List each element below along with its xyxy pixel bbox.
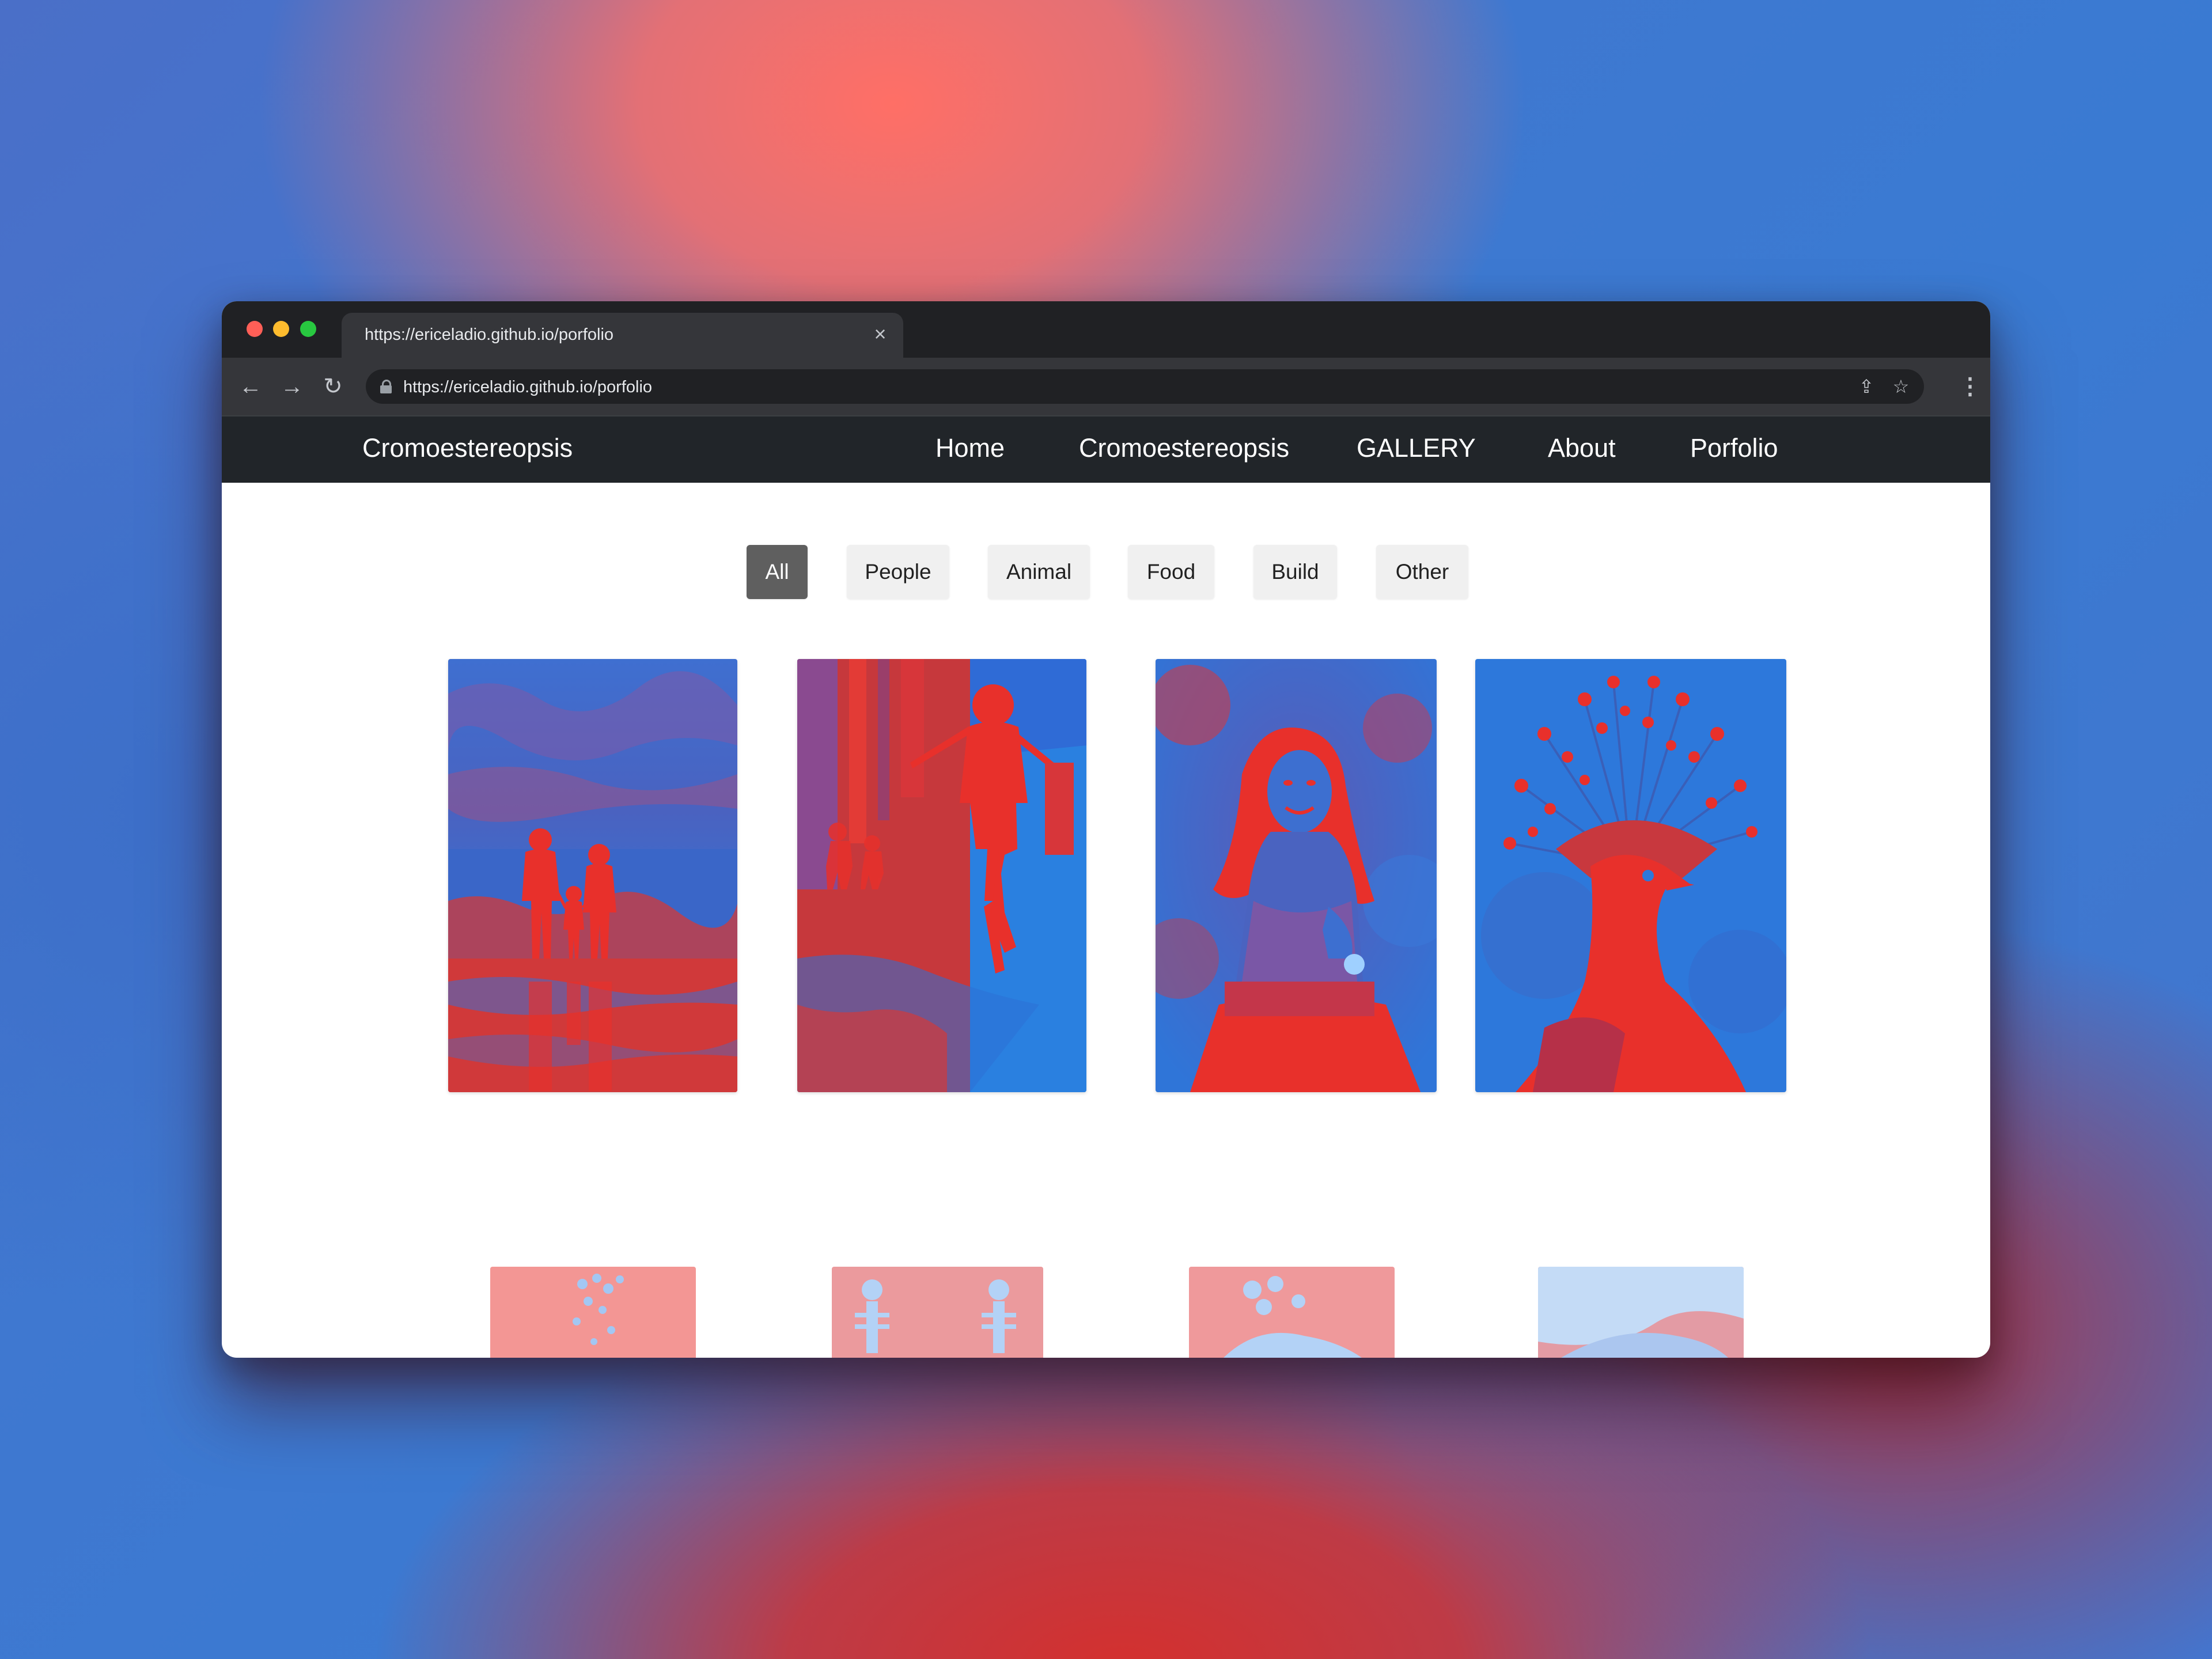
gallery-photo-animal[interactable] xyxy=(1538,1267,1744,1358)
tab-title: https://ericeladio.github.io/porfolio xyxy=(365,325,614,344)
site-brand-link[interactable]: Cromoestereopsis xyxy=(362,433,573,463)
share-icon[interactable]: ⇪ xyxy=(1855,375,1878,398)
reload-icon[interactable]: ↻ xyxy=(319,372,347,401)
filter-bar: All People Animal Food Build Other xyxy=(222,545,1990,599)
gallery-photo-flowers[interactable] xyxy=(1189,1267,1395,1358)
nav-link-about[interactable]: About xyxy=(1548,433,1616,463)
minimize-window-button[interactable] xyxy=(273,321,289,337)
address-url[interactable]: https://ericeladio.github.io/porfolio xyxy=(403,378,652,397)
back-arrow-icon[interactable]: ← xyxy=(236,372,265,401)
gallery-photo-child-running[interactable] xyxy=(797,659,1086,1092)
site-navbar: Cromoestereopsis Home Cromoestereopsis G… xyxy=(222,415,1990,483)
nav-link-cromoestereopsis[interactable]: Cromoestereopsis xyxy=(1079,433,1289,463)
browser-toolbar: ← → ↻ https://ericeladio.github.io/porfo… xyxy=(222,358,1990,415)
gallery-photo-smiling-girl[interactable] xyxy=(1156,659,1437,1092)
gallery-photo-crowned-pigeon[interactable] xyxy=(1475,659,1786,1092)
filter-food-button[interactable]: Food xyxy=(1128,545,1214,599)
filter-people-button[interactable]: People xyxy=(847,545,949,599)
filter-build-button[interactable]: Build xyxy=(1253,545,1337,599)
tab-strip: https://ericeladio.github.io/porfolio × xyxy=(222,301,1990,358)
browser-menu-icon[interactable]: ⋮ xyxy=(1959,372,1982,401)
address-bar[interactable]: https://ericeladio.github.io/porfolio ⇪ … xyxy=(366,369,1924,404)
forward-arrow-icon[interactable]: → xyxy=(278,372,306,401)
nav-link-gallery[interactable]: GALLERY xyxy=(1357,433,1476,463)
zoom-window-button[interactable] xyxy=(300,321,316,337)
gallery-photo-family-beach[interactable] xyxy=(448,659,737,1092)
gallery-photo-skeletons[interactable] xyxy=(832,1267,1043,1358)
lock-icon[interactable] xyxy=(380,380,392,393)
bookmark-star-icon[interactable]: ☆ xyxy=(1889,375,1912,398)
browser-window: https://ericeladio.github.io/porfolio × … xyxy=(222,301,1990,1358)
close-window-button[interactable] xyxy=(247,321,263,337)
filter-animal-button[interactable]: Animal xyxy=(988,545,1090,599)
filter-all-button[interactable]: All xyxy=(747,545,808,599)
gallery-photo-balloons[interactable] xyxy=(490,1267,696,1358)
browser-tab[interactable]: https://ericeladio.github.io/porfolio × xyxy=(342,313,903,358)
nav-link-porfolio[interactable]: Porfolio xyxy=(1690,433,1778,463)
tab-close-icon[interactable]: × xyxy=(869,323,892,346)
nav-link-home[interactable]: Home xyxy=(935,433,1005,463)
filter-other-button[interactable]: Other xyxy=(1376,545,1468,599)
